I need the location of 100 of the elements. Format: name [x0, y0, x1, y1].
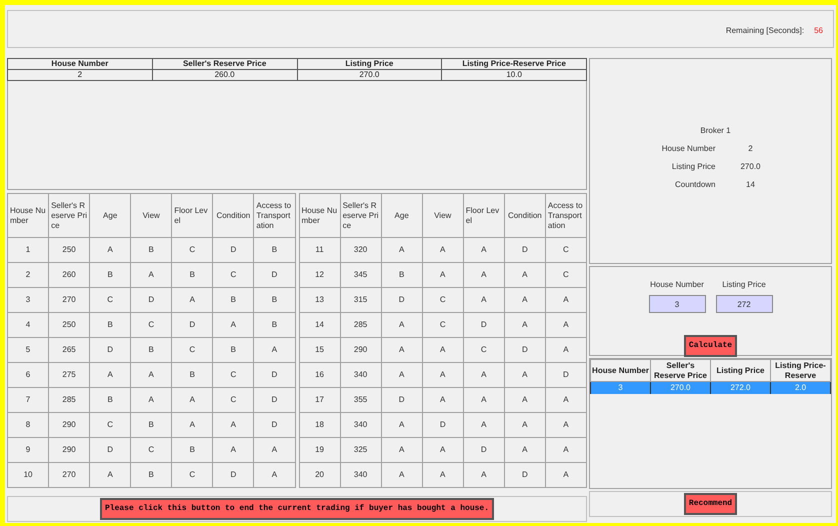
table-cell: 10: [8, 462, 49, 488]
column-header: Condition: [212, 194, 254, 238]
input-field[interactable]: 272: [716, 295, 772, 313]
table-cell: D: [130, 288, 172, 312]
table-cell: 340: [340, 412, 382, 438]
table-cell: A: [381, 438, 422, 462]
column-header: Listing Price-Reserve Price: [442, 58, 586, 70]
table-cell: C: [212, 262, 254, 288]
table-cell: D: [381, 388, 422, 412]
column-header: Floor Level: [172, 194, 213, 238]
table-cell: A: [130, 388, 172, 412]
table-cell: 340: [340, 362, 382, 388]
table-cell: 15: [299, 338, 340, 362]
table-cell: C: [545, 262, 586, 288]
table-cell: B: [212, 288, 254, 312]
table-cell: 2: [8, 262, 49, 288]
table-cell: A: [545, 338, 586, 362]
table-cell: A: [130, 362, 172, 388]
table-cell: D: [381, 288, 422, 312]
field-value: 14: [745, 179, 756, 191]
table-cell: A: [545, 288, 586, 312]
table-cell: A: [504, 438, 546, 462]
table-cell: 290: [340, 338, 382, 362]
table-cell: A: [422, 238, 464, 262]
table-cell: D: [90, 438, 131, 462]
table-cell: 270.0: [650, 382, 710, 394]
column-header: Seller's Reserve Price: [48, 194, 90, 238]
table-cell: 325: [340, 438, 382, 462]
table-cell: A: [90, 238, 131, 262]
table-cell: D: [212, 238, 254, 262]
broker-title: Broker 1: [700, 125, 731, 137]
table-cell: B: [130, 238, 172, 262]
table-cell: 1: [8, 238, 49, 262]
table-cell: 3: [8, 288, 49, 312]
table-cell: A: [172, 388, 213, 412]
table-cell: 290: [48, 438, 90, 462]
table-cell: A: [463, 262, 504, 288]
table-cell: A: [130, 262, 172, 288]
table-cell: A: [381, 362, 422, 388]
table-cell: A: [504, 312, 546, 338]
table-cell: 290: [48, 412, 90, 438]
table-cell: B: [90, 388, 131, 412]
table-cell: 19: [299, 438, 340, 462]
table-cell: C: [463, 338, 504, 362]
column-header: Age: [90, 194, 131, 238]
table-cell: 270.0: [297, 70, 442, 80]
field-label: Listing Price: [670, 161, 716, 173]
field-value: 2: [747, 143, 754, 155]
table-cell: A: [463, 288, 504, 312]
table-cell: A: [172, 412, 213, 438]
table-cell: A: [381, 338, 422, 362]
table-cell: D: [212, 462, 254, 488]
table-cell: A: [422, 262, 464, 288]
table-cell: A: [545, 438, 586, 462]
table-cell: C: [130, 438, 172, 462]
table-cell: D: [172, 312, 213, 338]
table-cell: 272.0: [710, 382, 770, 394]
table-cell: 20: [299, 462, 340, 488]
table-cell: D: [463, 438, 504, 462]
calculate-button[interactable]: Calculate: [684, 335, 738, 357]
table-cell: 13: [299, 288, 340, 312]
table-cell: 250: [48, 238, 90, 262]
table-cell: B: [172, 438, 213, 462]
table-cell: A: [463, 238, 504, 262]
table-cell: A: [90, 362, 131, 388]
table-cell: C: [130, 312, 172, 338]
table-cell: A: [381, 462, 422, 488]
table-cell: 2: [8, 70, 152, 80]
column-header: House Number: [590, 360, 650, 382]
table-cell: 2.0: [770, 382, 830, 394]
table-cell: A: [422, 338, 464, 362]
table-cell: C: [212, 388, 254, 412]
table-cell: 270: [48, 288, 90, 312]
table-cell: 18: [299, 412, 340, 438]
column-header: House Number: [8, 194, 49, 238]
table-cell: A: [504, 362, 546, 388]
field-value: 270.0: [739, 161, 762, 173]
input-field[interactable]: 3: [648, 295, 706, 313]
table-cell: A: [463, 362, 504, 388]
table-cell: D: [90, 338, 131, 362]
table-cell: C: [90, 412, 131, 438]
remaining-value: 56: [814, 24, 823, 36]
column-header: Listing Price: [297, 58, 442, 70]
table-cell: A: [422, 388, 464, 412]
remaining-label: Remaining [Seconds]:: [726, 24, 804, 36]
table-cell: 260: [48, 262, 90, 288]
table-cell: C: [172, 338, 213, 362]
table-cell: A: [172, 288, 213, 312]
table-cell: D: [254, 262, 295, 288]
table-cell: B: [254, 288, 295, 312]
table-cell: 8: [8, 412, 49, 438]
column-header: Condition: [504, 194, 546, 238]
table-cell: D: [254, 412, 295, 438]
column-header: Access to Transportation: [254, 194, 295, 238]
end-trading-button[interactable]: Please click this button to end the current trading if buyer has bought a house.: [100, 498, 494, 520]
recommend-button[interactable]: Recommend: [684, 493, 738, 515]
table-cell: D: [504, 338, 546, 362]
table-cell: A: [463, 462, 504, 488]
table-cell: D: [422, 412, 464, 438]
table-cell: A: [212, 412, 254, 438]
